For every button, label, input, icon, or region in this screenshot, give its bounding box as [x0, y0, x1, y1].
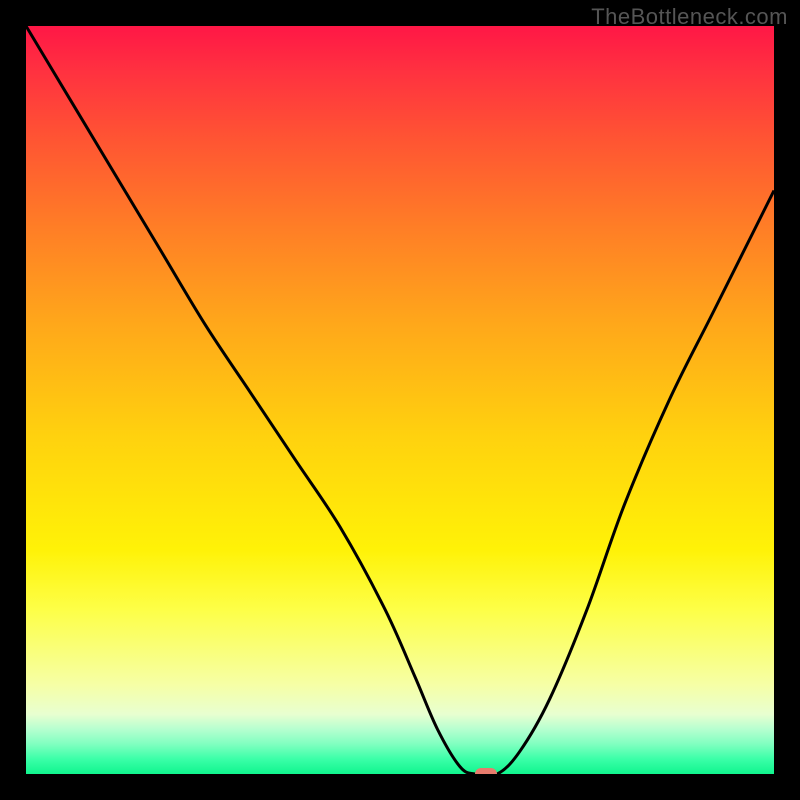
plot-area — [26, 26, 774, 774]
bottleneck-curve-path — [26, 26, 774, 774]
watermark-text: TheBottleneck.com — [591, 4, 788, 30]
chart-frame: TheBottleneck.com — [0, 0, 800, 800]
optimal-point-marker — [475, 768, 497, 774]
bottleneck-curve — [26, 26, 774, 774]
